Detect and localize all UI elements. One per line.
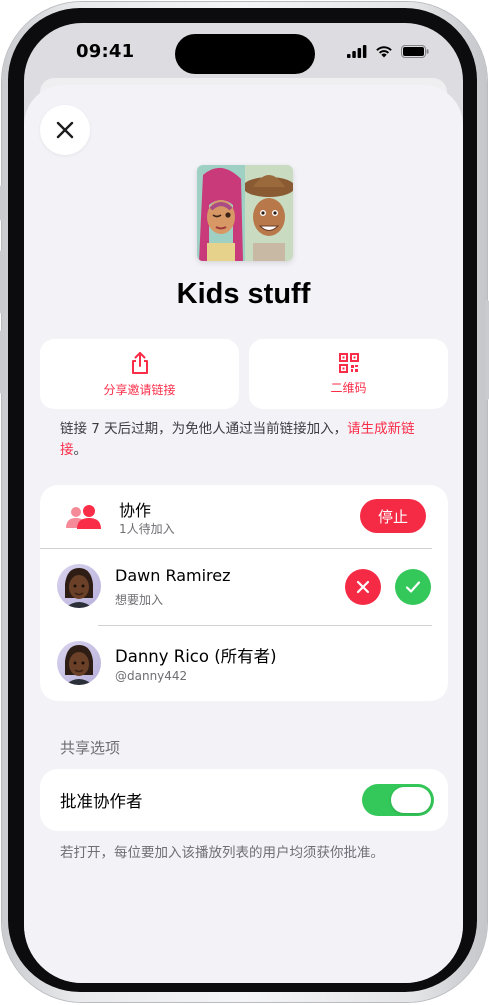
approve-collaborators-card: 批准协作者 — [40, 769, 448, 831]
stop-collaboration-button[interactable]: 停止 — [360, 499, 426, 533]
battery-icon — [401, 45, 429, 58]
member-name: Dawn Ramirez — [115, 566, 231, 585]
member-name: Danny Rico (所有者) — [115, 647, 277, 666]
artwork-left — [197, 165, 245, 261]
approve-collaborators-label: 批准协作者 — [60, 792, 143, 811]
sharing-options-header: 共享选项 — [60, 739, 121, 757]
qr-code-button[interactable]: 二维码 — [249, 339, 448, 409]
approve-button[interactable] — [395, 569, 431, 605]
playlist-title: Kids stuff — [176, 278, 311, 310]
share-invite-link-button[interactable]: 分享邀请链接 — [40, 339, 239, 409]
status-time: 09:41 — [76, 41, 135, 62]
share-sheet: Kids stuff 分享邀请链接 二维码 链接 7 天后过期，为免他人通过当前… — [24, 85, 463, 983]
share-icon — [131, 351, 148, 374]
share-invite-link-label: 分享邀请链接 — [103, 382, 176, 397]
collaboration-row: 协作 1人待加入 停止 — [40, 485, 448, 548]
dynamic-island — [175, 34, 315, 74]
wifi-icon — [376, 46, 392, 58]
volume-down-button — [0, 330, 4, 394]
collaboration-subtitle: 1人待加入 — [119, 522, 175, 536]
signal-icon — [347, 45, 367, 58]
collaboration-title: 协作 — [119, 501, 152, 520]
member-row: Dawn Ramirez 想要加入 — [40, 549, 448, 625]
avatar — [57, 564, 101, 608]
playlist-artwork — [197, 165, 293, 261]
people-icon — [66, 505, 101, 529]
close-button[interactable] — [40, 105, 90, 155]
decline-button[interactable] — [345, 569, 381, 605]
toggle-knob — [391, 787, 431, 813]
link-expiry-text: 链接 7 天后过期，为免他人通过当前链接加入， — [60, 421, 348, 437]
avatar — [57, 641, 101, 685]
xmark-icon — [356, 580, 370, 594]
member-status: 想要加入 — [115, 593, 164, 607]
approve-collaborators-toggle[interactable] — [362, 784, 434, 816]
status-icons — [347, 45, 429, 58]
close-icon — [56, 121, 74, 139]
action-button — [0, 185, 4, 221]
status-bar: 09:41 — [24, 23, 463, 83]
artwork-right — [245, 165, 293, 261]
member-row: Danny Rico (所有者) @danny442 — [40, 626, 448, 701]
screen: 09:41 Kids stuff 分享邀请链接 二维码 链接 7 天后过期，为免… — [24, 23, 463, 983]
link-expiry-end: 。 — [73, 442, 88, 458]
collaborators-card: 协作 1人待加入 停止 Dawn Ramirez 想要加入 Danny Rico… — [40, 485, 448, 701]
power-button — [485, 300, 489, 400]
volume-up-button — [0, 250, 4, 314]
link-expiry-note: 链接 7 天后过期，为免他人通过当前链接加入，请生成新链接。 — [60, 419, 432, 461]
qr-code-icon — [338, 352, 359, 373]
member-handle: @danny442 — [115, 669, 188, 683]
qr-code-label: 二维码 — [330, 380, 367, 395]
approve-footnote: 若打开，每位要加入该播放列表的用户均须获你批准。 — [60, 845, 384, 861]
checkmark-icon — [405, 581, 421, 593]
